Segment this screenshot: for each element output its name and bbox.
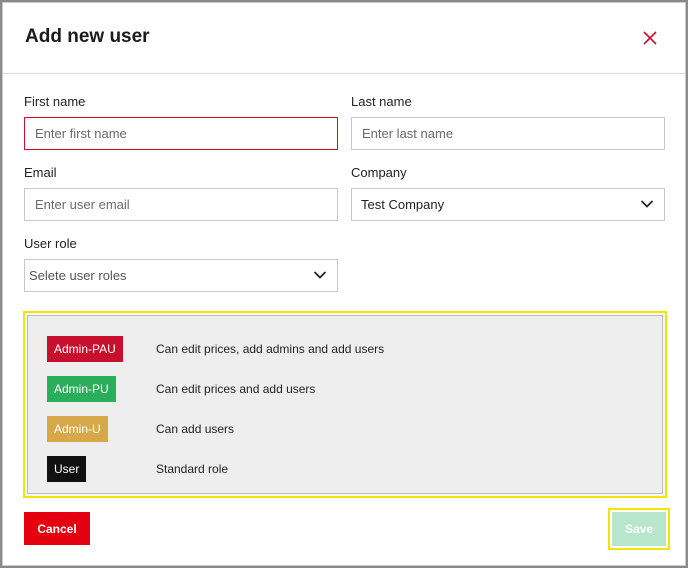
close-icon — [643, 31, 657, 45]
role-badge-admin-pu: Admin-PU — [47, 376, 116, 402]
last-name-label: Last name — [351, 94, 412, 109]
chevron-down-icon — [640, 199, 654, 209]
role-description: Can edit prices, add admins and add user… — [156, 342, 385, 356]
email-label: Email — [24, 165, 57, 180]
close-button[interactable] — [641, 29, 659, 47]
roles-legend-panel: Admin-PAU Can edit prices, add admins an… — [27, 315, 663, 494]
cancel-button[interactable]: Cancel — [24, 512, 90, 545]
first-name-label: First name — [24, 94, 86, 109]
save-button-highlight: Save — [608, 508, 670, 550]
modal-header: Add new user — [3, 3, 685, 74]
user-role-label: User role — [24, 236, 77, 251]
user-role-placeholder: Selete user roles — [29, 268, 127, 283]
role-description: Can add users — [156, 422, 235, 436]
save-button[interactable]: Save — [612, 512, 666, 546]
company-selected-value: Test Company — [361, 197, 445, 212]
role-badge-admin-pau: Admin-PAU — [47, 336, 123, 362]
role-description: Can edit prices and add users — [156, 382, 316, 396]
role-badge-admin-u: Admin-U — [47, 416, 108, 442]
company-select[interactable]: Test Company — [351, 188, 665, 221]
modal-title: Add new user — [25, 26, 150, 47]
first-name-input[interactable] — [24, 117, 338, 150]
email-input[interactable] — [24, 188, 338, 221]
user-role-select[interactable]: Selete user roles — [24, 259, 338, 292]
role-description: Standard role — [156, 462, 229, 476]
add-user-modal: Add new user First name Last name Email … — [2, 2, 686, 566]
last-name-input[interactable] — [351, 117, 665, 150]
chevron-down-icon — [313, 270, 327, 280]
role-badge-user: User — [47, 456, 87, 482]
roles-legend: Admin-PAU Can edit prices, add admins an… — [23, 311, 667, 498]
company-label: Company — [351, 165, 407, 180]
